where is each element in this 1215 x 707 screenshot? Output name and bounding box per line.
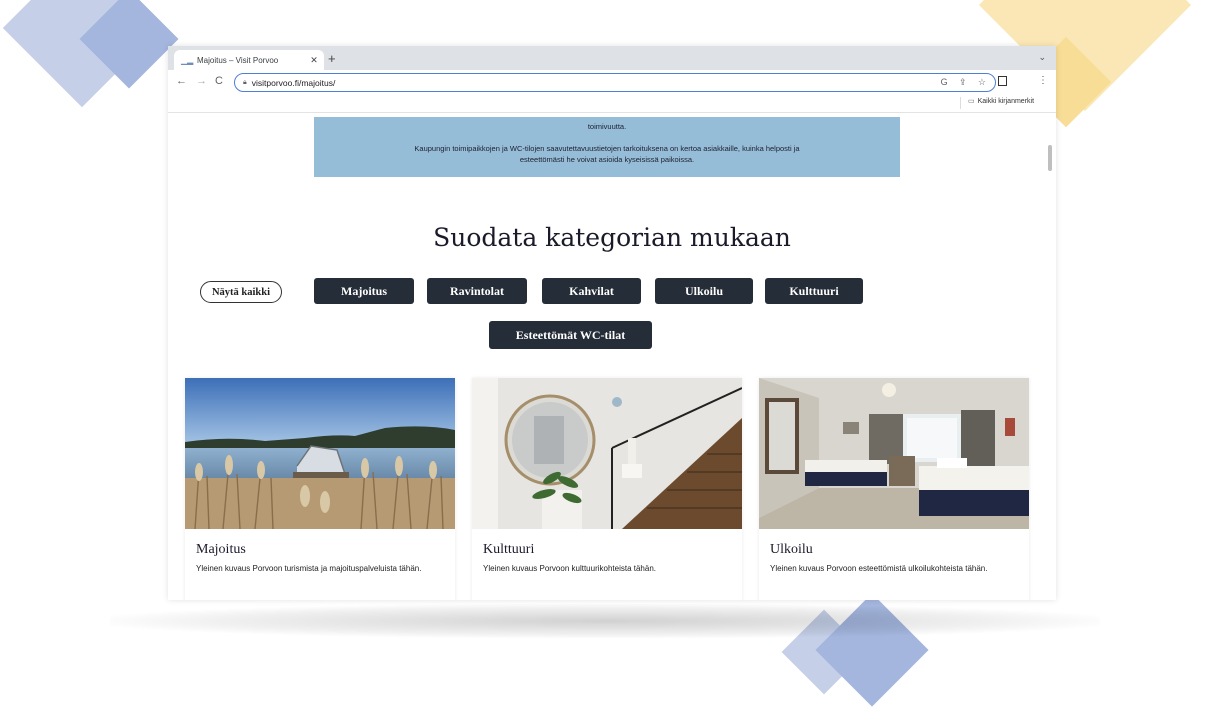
page-viewport: toimivuutta. Kaupungin toimipaikkojen ja… [168, 113, 1056, 600]
folder-icon: ▭ [968, 98, 975, 105]
address-bar[interactable]: 🔒︎ visitporvoo.fi/majoitus/ G ⇪ ☆ [234, 73, 996, 92]
show-all-button[interactable]: Näytä kaikki [200, 281, 282, 303]
browser-tab[interactable]: ▁▂ Majoitus – Visit Porvoo ✕ [174, 50, 324, 70]
card-image-lake [185, 378, 455, 529]
accessibility-info-box: toimivuutta. Kaupungin toimipaikkojen ja… [314, 117, 900, 177]
tab-bar: ▁▂ Majoitus – Visit Porvoo ✕ + ⌄ [168, 46, 1056, 70]
card-title: Majoitus [196, 542, 246, 557]
browser-toolbar: ← → C 🔒︎ visitporvoo.fi/majoitus/ G ⇪ ☆ … [168, 70, 1056, 94]
all-bookmarks-label: Kaikki kirjanmerkit [977, 98, 1035, 105]
site-favicon-icon: ▁▂ [181, 55, 194, 65]
card-title: Kulttuuri [483, 542, 535, 557]
info-line-2: Kaupungin toimipaikkojen ja WC-tilojen s… [414, 144, 800, 164]
card-ulkoilu[interactable]: Ulkoilu Yleinen kuvaus Porvoon esteettöm… [759, 378, 1029, 600]
card-image-hotel-room [759, 378, 1029, 529]
close-tab-icon[interactable]: ✕ [308, 55, 320, 66]
tab-title: Majoitus – Visit Porvoo [197, 55, 279, 65]
reload-icon[interactable]: C [215, 75, 223, 87]
google-icon[interactable]: G [941, 77, 948, 87]
filter-ulkoilu-button[interactable]: Ulkoilu [655, 278, 753, 304]
filter-majoitus-button[interactable]: Majoitus [314, 278, 414, 304]
card-description: Yleinen kuvaus Porvoon kulttuurikohteist… [483, 564, 656, 573]
browser-window: ▁▂ Majoitus – Visit Porvoo ✕ + ⌄ ← → C 🔒… [168, 46, 1056, 600]
back-icon[interactable]: ← [176, 75, 187, 87]
filter-heading: Suodata kategorian mukaan [433, 223, 791, 252]
card-majoitus[interactable]: Majoitus Yleinen kuvaus Porvoon turismis… [185, 378, 455, 600]
filter-kulttuuri-button[interactable]: Kulttuuri [765, 278, 863, 304]
filter-esteettomat-wc-button[interactable]: Esteettömät WC-tilat [489, 321, 652, 349]
side-panel-icon[interactable] [998, 76, 1007, 86]
forward-icon[interactable]: → [196, 75, 207, 87]
card-kulttuuri[interactable]: Kulttuuri Yleinen kuvaus Porvoon kulttuu… [472, 378, 742, 600]
lock-icon: 🔒︎ [243, 78, 247, 86]
card-title: Ulkoilu [770, 542, 813, 557]
share-icon[interactable]: ⇪ [959, 77, 967, 87]
card-description: Yleinen kuvaus Porvoon turismista ja maj… [196, 564, 422, 573]
info-line-1: toimivuutta. [587, 122, 627, 131]
scrollbar-thumb[interactable] [1048, 145, 1052, 171]
address-url: visitporvoo.fi/majoitus/ [251, 77, 336, 88]
tab-search-chevron-icon[interactable]: ⌄ [1038, 52, 1046, 63]
card-description: Yleinen kuvaus Porvoon esteettömistä ulk… [770, 564, 988, 573]
menu-kebab-icon[interactable]: ⋮ [1038, 75, 1048, 86]
bookmarks-bar: ▭ Kaikki kirjanmerkit [168, 94, 1056, 113]
filter-ravintolat-button[interactable]: Ravintolat [427, 278, 527, 304]
bookmarks-divider [960, 97, 961, 109]
card-image-interior [472, 378, 742, 529]
decor-shadow [110, 604, 1100, 638]
new-tab-icon[interactable]: + [328, 51, 336, 66]
all-bookmarks[interactable]: ▭ Kaikki kirjanmerkit [968, 97, 1034, 105]
filter-kahvilat-button[interactable]: Kahvilat [542, 278, 641, 304]
bookmark-star-icon[interactable]: ☆ [978, 77, 986, 87]
